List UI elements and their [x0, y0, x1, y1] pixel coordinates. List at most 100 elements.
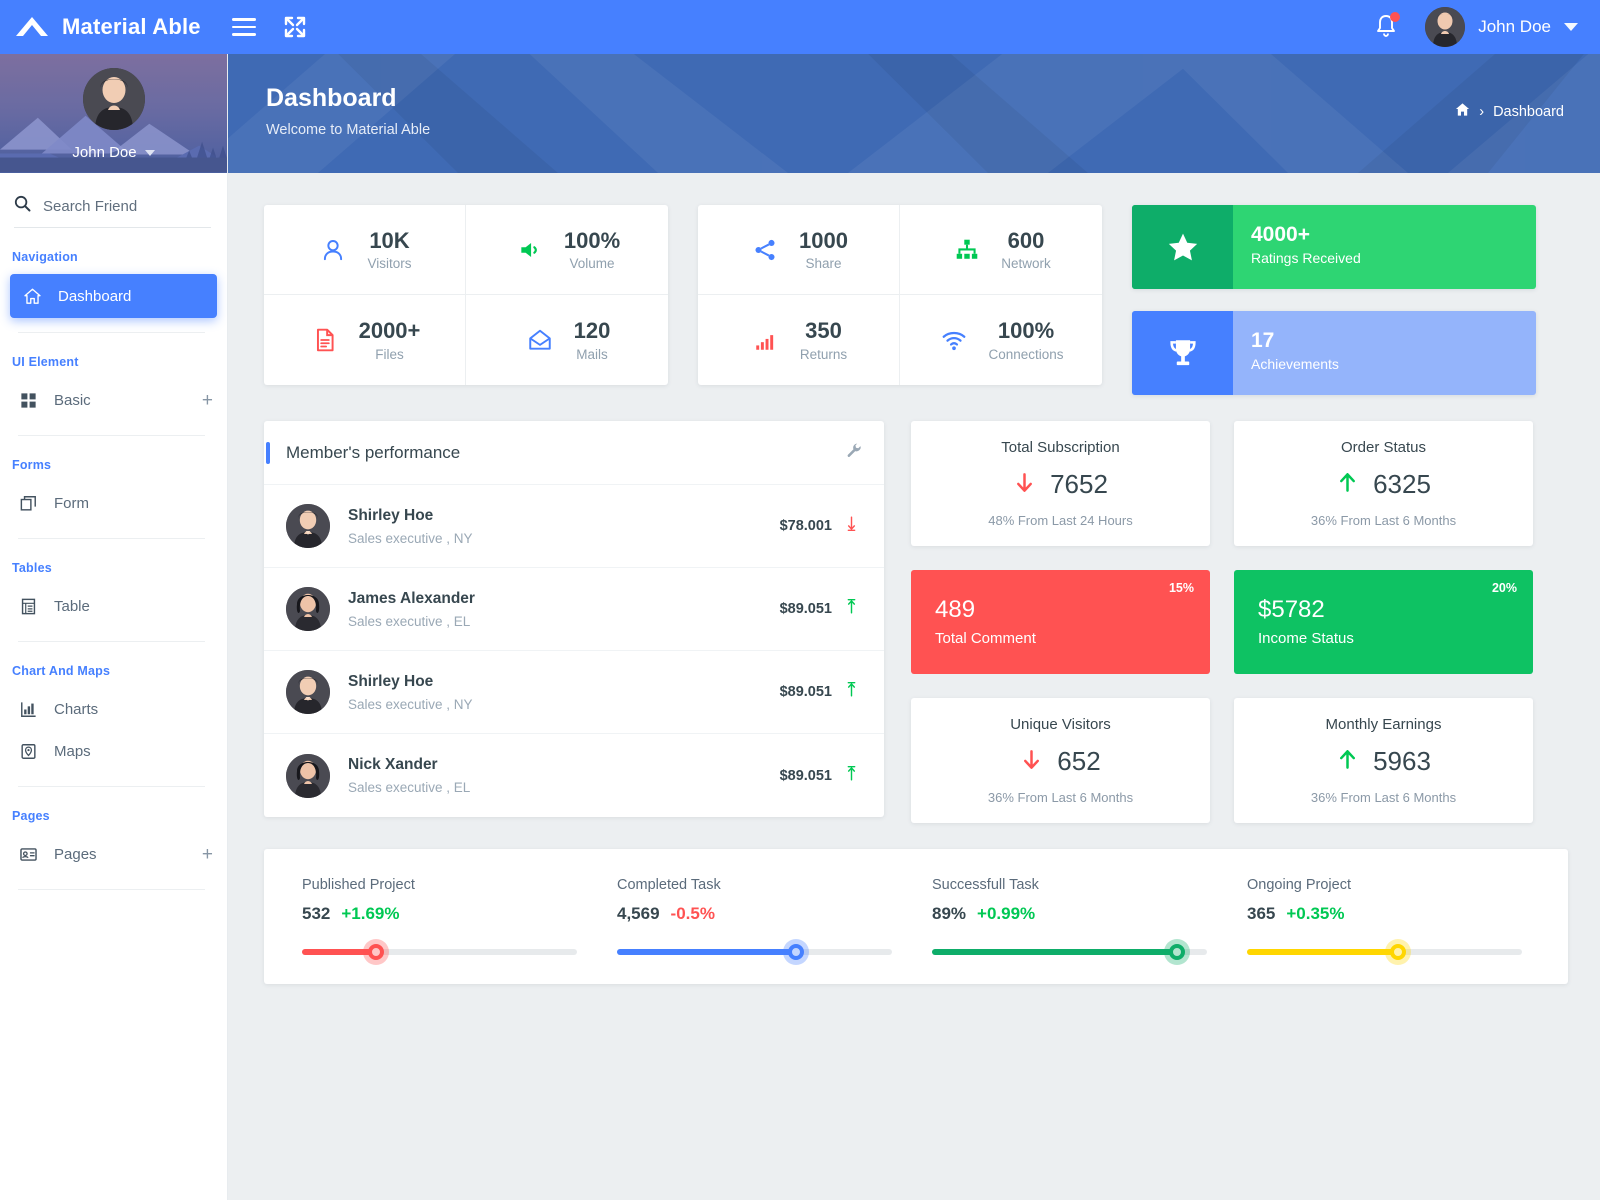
sidebar-item-label: Charts: [54, 700, 99, 718]
progress-slider[interactable]: [1247, 944, 1522, 960]
sidebar-item-pages[interactable]: Pages +: [0, 833, 227, 875]
member-role: Sales executive , NY: [348, 530, 473, 546]
sidebar-item-label: Basic: [54, 391, 91, 409]
member-row[interactable]: Nick Xander Sales executive , EL $89.051: [264, 734, 884, 817]
sidebar-item-table[interactable]: Table: [0, 585, 227, 627]
trophy-icon: [1132, 311, 1233, 395]
sidebar-item-charts[interactable]: Charts: [0, 688, 227, 730]
sidebar-divider: [18, 889, 205, 890]
progress-numbers: 4,569 -0.5%: [617, 904, 892, 924]
progress-cell: Completed Task 4,569 -0.5%: [597, 877, 912, 984]
member-amount: $78.001: [779, 518, 832, 534]
member-name: Shirley Hoe: [348, 506, 434, 524]
sidebar-item-form[interactable]: Form: [0, 482, 227, 524]
stat-value: 100%: [563, 227, 621, 253]
wrench-icon[interactable]: [846, 442, 862, 463]
avatar: [286, 587, 330, 631]
map-icon: [18, 742, 38, 761]
chevron-down-icon: [1564, 23, 1578, 31]
stat-cell: 1000 Share: [698, 205, 900, 295]
arrow-down-icon: [1013, 471, 1036, 499]
network-icon: [951, 237, 983, 263]
color-metric-label: Total Comment: [935, 629, 1036, 647]
user-icon: [317, 237, 349, 263]
color-metric-label: Income Status: [1258, 629, 1354, 647]
home-icon: [22, 287, 42, 306]
progress-knob[interactable]: [368, 944, 385, 960]
share-icon: [749, 237, 781, 263]
metric-value-row: 652: [1020, 746, 1101, 777]
progress-fill: [932, 949, 1177, 955]
sidebar-profile-name[interactable]: John Doe: [0, 144, 227, 161]
avatar: [1425, 7, 1466, 47]
highlight-cards-group: 4000+ Ratings Received 17 Achievements: [1132, 205, 1536, 395]
progress-delta: +0.99%: [977, 904, 1036, 923]
stat-label: Network: [1001, 256, 1051, 272]
highlight-card: 4000+ Ratings Received: [1132, 205, 1536, 289]
members-list: Shirley Hoe Sales executive , NY $78.001…: [264, 485, 884, 817]
stats-card-left: 10K Visitors 100% Volume 2000+ Files 120…: [264, 205, 668, 385]
progress-knob[interactable]: [1390, 944, 1407, 960]
hamburger-icon[interactable]: [232, 18, 256, 36]
wifi-icon: [938, 327, 970, 353]
percent-badge: 20%: [1491, 581, 1517, 595]
progress-title: Successfull Task: [932, 877, 1039, 893]
home-icon[interactable]: [1455, 102, 1470, 121]
chevron-down-icon: [144, 149, 155, 156]
sidebar-navigation: Navigation Dashboard UI Element Basic + Form…: [0, 228, 227, 890]
chart-icon: [18, 700, 38, 719]
progress-slider[interactable]: [302, 944, 577, 960]
stat-label: Files: [375, 346, 404, 362]
member-row[interactable]: Shirley Hoe Sales executive , NY $78.001: [264, 485, 884, 568]
stats-row: 10K Visitors 100% Volume 2000+ Files 120…: [264, 205, 1568, 395]
progress-fill: [1247, 949, 1399, 955]
member-amount: $89.051: [779, 767, 832, 784]
stat-value: 2000+: [358, 318, 421, 344]
progress-slider[interactable]: [932, 944, 1207, 960]
arrow-up-icon: [1336, 471, 1359, 499]
grid-icon: [18, 391, 38, 410]
highlight-body: 4000+ Ratings Received: [1233, 205, 1536, 289]
metric-card: Order Status 6325 36% From Last 6 Months: [1234, 421, 1533, 546]
expand-icon[interactable]: [284, 16, 306, 38]
progress-knob[interactable]: [1168, 944, 1185, 960]
metric-value: 5963: [1373, 746, 1431, 776]
stat-value: 120: [573, 318, 611, 344]
progress-knob[interactable]: [787, 944, 804, 960]
stat-text: 2000+ Files: [359, 318, 421, 361]
user-menu[interactable]: John Doe: [1425, 7, 1578, 47]
progress-title: Completed Task: [617, 877, 721, 893]
sidebar-profile-block: John Doe: [0, 54, 227, 173]
sidebar-section-caption: Pages: [12, 809, 50, 823]
metric-value: 7652: [1050, 469, 1108, 499]
expand-plus-icon[interactable]: +: [202, 391, 213, 410]
performance-and-metrics-row: Member's performance Shirley Hoe Sales e…: [264, 421, 1568, 823]
sidebar: John Doe Navigation Dashboard UI Element B…: [0, 54, 228, 1200]
sidebar-item-basic[interactable]: Basic +: [0, 379, 227, 421]
sidebar-search[interactable]: [0, 173, 227, 227]
expand-plus-icon[interactable]: +: [202, 845, 213, 864]
metric-value-row: 7652: [1013, 469, 1108, 500]
metric-value-row: 6325: [1336, 469, 1431, 500]
member-name: Shirley Hoe: [348, 672, 434, 690]
search-input[interactable]: [43, 197, 203, 215]
breadcrumb-current[interactable]: Dashboard: [1493, 104, 1564, 120]
sidebar-section-caption: Navigation: [12, 250, 78, 264]
member-row[interactable]: James Alexander Sales executive , EL $89…: [264, 568, 884, 651]
breadcrumb-separator: ›: [1479, 103, 1485, 120]
profile-avatar[interactable]: [82, 68, 145, 130]
sidebar-item-dashboard[interactable]: Dashboard: [10, 274, 217, 318]
stat-cell: 10K Visitors: [264, 205, 466, 295]
avatar: [286, 670, 330, 714]
notification-bell-icon[interactable]: [1373, 12, 1401, 42]
brand-block[interactable]: Material Able: [0, 14, 232, 40]
color-metric-card: 15% 489 Total Comment: [911, 570, 1210, 674]
stat-cell: 600 Network: [900, 205, 1102, 295]
highlight-card: 17 Achievements: [1132, 311, 1536, 395]
member-row[interactable]: Shirley Hoe Sales executive , NY $89.051: [264, 651, 884, 734]
stat-value: 1000: [799, 227, 848, 253]
percent-badge: 15%: [1168, 581, 1194, 595]
sidebar-item-maps[interactable]: Maps: [0, 730, 227, 772]
member-info: James Alexander Sales executive , EL: [348, 590, 475, 629]
progress-slider[interactable]: [617, 944, 892, 960]
